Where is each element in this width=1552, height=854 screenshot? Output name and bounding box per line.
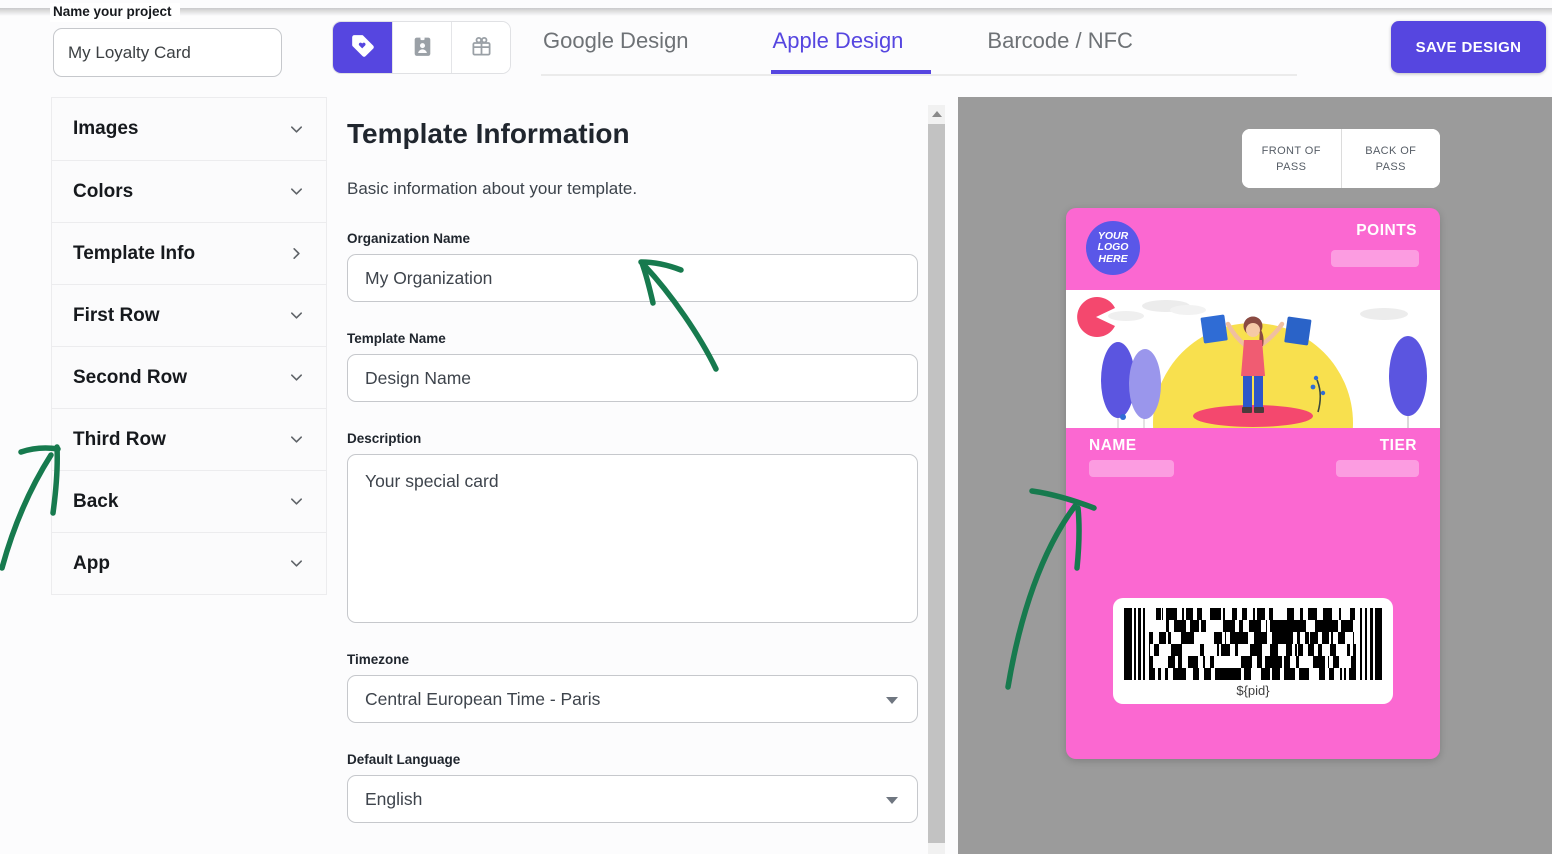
tier-label: TIER: [1379, 437, 1417, 454]
barcode-value: ${pid}: [1236, 683, 1270, 698]
id-badge-icon: [410, 34, 435, 62]
default-language-select[interactable]: English: [347, 775, 918, 823]
front-of-pass-button[interactable]: FRONT OF PASS: [1242, 129, 1341, 188]
logo-placeholder: YOUR LOGO HERE: [1086, 221, 1140, 275]
sidebar-item-images[interactable]: Images: [52, 98, 326, 160]
sidebar-item-third-row[interactable]: Third Row: [52, 408, 326, 470]
points-label: POINTS: [1356, 222, 1417, 239]
form-scrollbar[interactable]: [928, 105, 945, 854]
tier-value-placeholder: [1336, 460, 1419, 477]
scroll-up-button[interactable]: [928, 105, 945, 122]
sidebar-item-colors[interactable]: Colors: [52, 160, 326, 222]
barcode-area: ${pid}: [1113, 598, 1393, 704]
gift-button[interactable]: [451, 22, 510, 73]
default-language-label: Default Language: [347, 752, 461, 767]
chevron-down-icon: [291, 436, 302, 443]
default-language-group: Default Language English: [347, 752, 919, 823]
chevron-down-icon: [291, 560, 302, 567]
form-title: Template Information: [347, 118, 630, 149]
sidebar-item-second-row[interactable]: Second Row: [52, 346, 326, 408]
chevron-down-icon: [291, 498, 302, 505]
save-design-button[interactable]: SAVE DESIGN: [1391, 21, 1546, 73]
pass-designer-app: Name your project My Loyalty Card Google…: [0, 0, 1552, 854]
project-name-label: Name your project: [50, 3, 180, 22]
timezone-value: Central European Time - Paris: [365, 688, 601, 709]
chevron-down-icon: [291, 374, 302, 381]
pass-preview-panel: FRONT OF PASS BACK OF PASS YOUR LOGO HER…: [958, 97, 1552, 854]
template-name-group: Template Name: [347, 331, 919, 402]
id-badge-button[interactable]: [392, 22, 451, 73]
sections-accordion: Images Colors Template Info First Row Se…: [51, 97, 327, 595]
timezone-label: Timezone: [347, 652, 410, 667]
pass-side-toggle: FRONT OF PASS BACK OF PASS: [1242, 129, 1440, 188]
timezone-group: Timezone Central European Time - Paris: [347, 652, 919, 723]
pass-card-preview: YOUR LOGO HERE POINTS NAME TIER ${pid}: [1066, 208, 1440, 759]
form-subtitle: Basic information about your template.: [347, 179, 638, 198]
project-name-input[interactable]: [53, 28, 282, 77]
timezone-select[interactable]: Central European Time - Paris: [347, 675, 918, 723]
tag-heart-icon: [350, 33, 376, 62]
arrow-to-third-row: [0, 444, 61, 571]
sidebar-item-app[interactable]: App: [52, 532, 326, 594]
template-name-input[interactable]: [347, 354, 918, 402]
design-tabs: Google Design Apple Design Barcode / NFC: [541, 14, 1297, 76]
name-value-placeholder: [1089, 460, 1174, 477]
template-name-label: Template Name: [347, 331, 446, 346]
description-group: Description Your special card: [347, 431, 919, 628]
strip-illustration: [1066, 290, 1440, 428]
sidebar-item-first-row[interactable]: First Row: [52, 284, 326, 346]
gift-icon: [469, 34, 494, 62]
tab-apple-design[interactable]: Apple Design: [771, 14, 932, 74]
description-textarea[interactable]: Your special card: [347, 454, 918, 623]
dropdown-caret-icon: [886, 797, 898, 804]
name-label: NAME: [1089, 437, 1137, 454]
scroll-up-arrow-icon: [931, 110, 942, 117]
sidebar-item-back[interactable]: Back: [52, 470, 326, 532]
pdf417-barcode: [1124, 608, 1382, 680]
chevron-down-icon: [291, 312, 302, 319]
sidebar-item-template-info[interactable]: Template Info: [52, 222, 326, 284]
scrollbar-thumb[interactable]: [928, 124, 945, 843]
organization-name-label: Organization Name: [347, 231, 471, 246]
points-value-placeholder: [1331, 250, 1419, 267]
dropdown-caret-icon: [886, 697, 898, 704]
chevron-down-icon: [291, 188, 302, 195]
chevron-right-icon: [293, 248, 300, 259]
template-info-form: Template Information Basic information a…: [347, 0, 919, 854]
description-label: Description: [347, 431, 422, 446]
pass-type-toggle: [332, 21, 511, 74]
chevron-down-icon: [291, 125, 302, 133]
back-of-pass-button[interactable]: BACK OF PASS: [1340, 129, 1440, 188]
tab-barcode-nfc[interactable]: Barcode / NFC: [985, 14, 1161, 74]
organization-name-group: Organization Name: [347, 231, 919, 302]
loyalty-tag-button[interactable]: [333, 22, 392, 73]
default-language-value: English: [365, 788, 423, 809]
organization-name-input[interactable]: [347, 254, 918, 302]
tab-google-design[interactable]: Google Design: [541, 14, 717, 74]
